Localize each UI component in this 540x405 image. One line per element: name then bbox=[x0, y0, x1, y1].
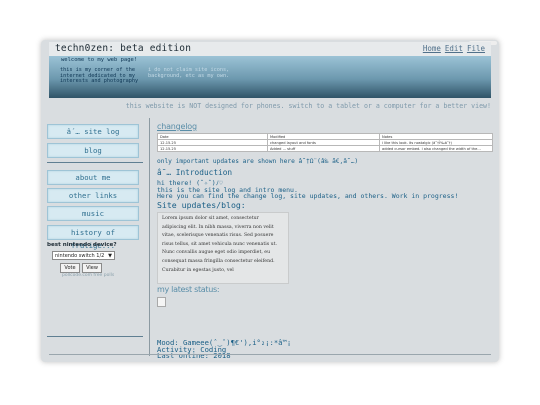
table-cell: 12.15.25 bbox=[157, 145, 268, 152]
device-notice: this website is NOT designed for phones.… bbox=[125, 102, 491, 110]
poll-footer-link[interactable]: pollcode.com free polls bbox=[62, 273, 114, 278]
sidebar-divider bbox=[149, 118, 150, 356]
updates-heading: Site updates/blog: bbox=[157, 200, 246, 210]
sidebar-item-other-links[interactable]: other links bbox=[47, 188, 139, 203]
table-row: 12.15.25 Added ... stuff added cursor em… bbox=[157, 145, 493, 152]
menu-file-link[interactable]: File bbox=[467, 44, 485, 53]
footer-divider bbox=[49, 354, 491, 355]
intro-text: this is my corner of the internet dedica… bbox=[60, 67, 139, 85]
greeting-line: Here you can find the change log, site u… bbox=[157, 192, 459, 200]
site-title: techn0zen: beta edition bbox=[55, 43, 192, 54]
sidebar-item-about-me[interactable]: about me bbox=[47, 170, 139, 185]
poll-selected-value: nintendo switch 1/2 bbox=[55, 253, 105, 259]
broken-image-icon bbox=[157, 297, 166, 307]
poll-select[interactable]: nintendo switch 1/2 ▼ bbox=[52, 251, 115, 260]
page-window: techn0zen: beta edition Home Edit File wel… bbox=[41, 40, 499, 362]
status-heading: my latest status: bbox=[157, 285, 220, 294]
menu-home-link[interactable]: Home bbox=[423, 44, 441, 53]
changelog-note: only important updates are shown here â˜… bbox=[157, 158, 359, 165]
sidebar-item-music[interactable]: music bbox=[47, 206, 139, 221]
poll-view-button[interactable]: View bbox=[82, 263, 102, 273]
table-cell: added cursor embed. i also changed the w… bbox=[379, 145, 493, 152]
sidebar-item-history[interactable]: history of frutige... bbox=[47, 225, 139, 250]
changelog-heading: changelog bbox=[157, 122, 197, 131]
introduction-heading: â˜… Introduction bbox=[157, 168, 233, 177]
sidebar-item-blog[interactable]: blog bbox=[47, 143, 139, 158]
chevron-down-icon: ▼ bbox=[108, 253, 112, 259]
sidebar-separator bbox=[47, 162, 143, 163]
menu-edit-link[interactable]: Edit bbox=[445, 44, 463, 53]
blog-post-box[interactable]: Lorem ipsum dolor sit amet, consectetur … bbox=[157, 212, 289, 284]
poll-question: best nintendo device? bbox=[47, 242, 117, 248]
header-banner: welcome to my web page! this is my corne… bbox=[49, 56, 491, 98]
sidebar-item-site-log[interactable]: â´… site log bbox=[47, 124, 139, 139]
sidebar-bottom-separator bbox=[47, 336, 143, 337]
status-block: Mood: Gameee(ˆ‿ˆ)¶€'),i°₂¡:*â™¡ Activity… bbox=[157, 339, 291, 360]
sidebar: â´… site log blog about me other links m… bbox=[41, 120, 149, 360]
poll-vote-button[interactable]: Vote bbox=[60, 263, 80, 273]
welcome-text: welcome to my web page! bbox=[61, 57, 138, 63]
claim-text: i do not claim site icons, background, e… bbox=[148, 67, 230, 79]
title-bar: techn0zen: beta edition Home Edit File bbox=[49, 42, 491, 57]
greeting-text: hi there! (ˆ✧ˆ)ﾉ♡ this is the site log a… bbox=[157, 180, 458, 200]
table-cell: Added ... stuff bbox=[267, 145, 380, 152]
changelog-table: Date Modified Notes 12.15.25 changed lay… bbox=[157, 133, 493, 152]
top-menu: Home Edit File bbox=[419, 44, 485, 53]
